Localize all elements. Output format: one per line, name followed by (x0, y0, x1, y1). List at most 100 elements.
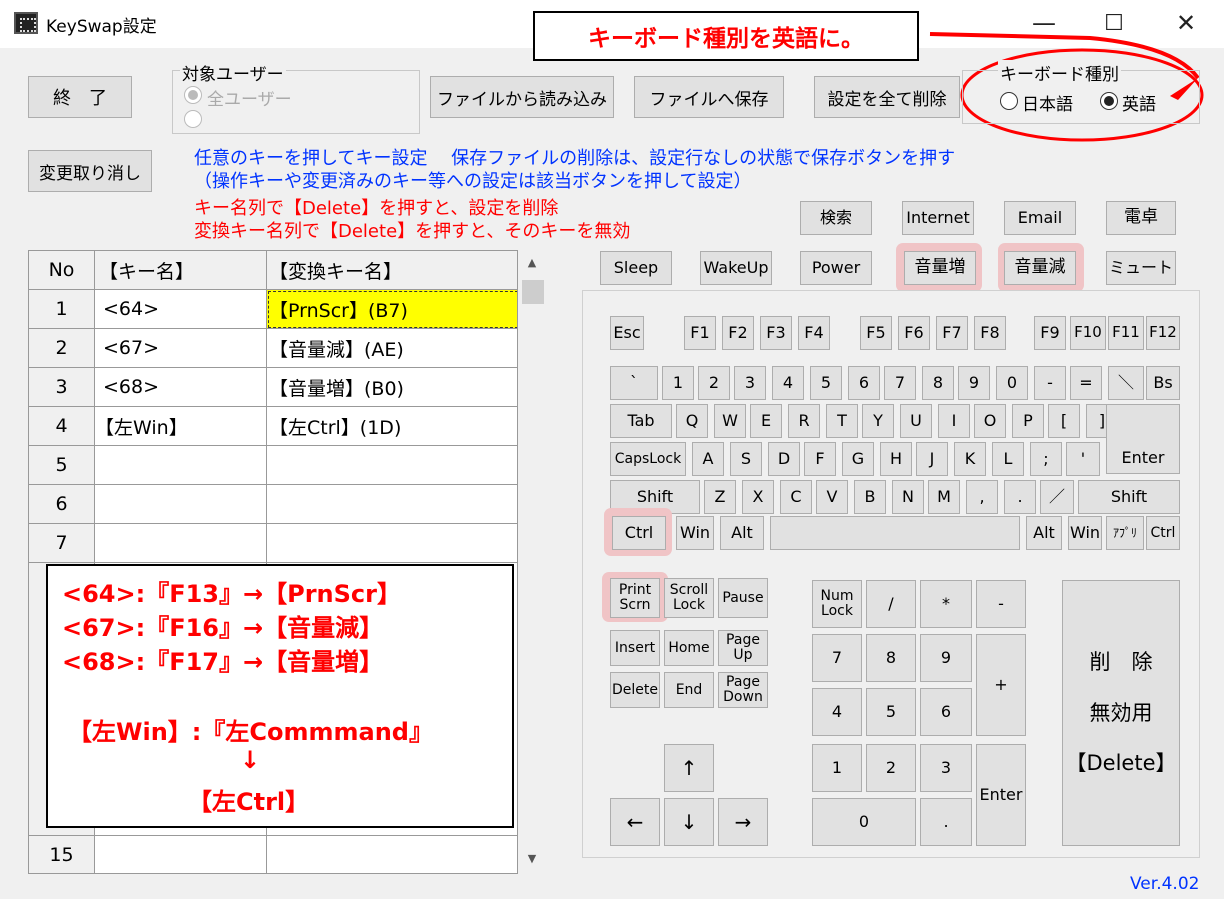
key-cell[interactable]: <68> (95, 368, 267, 407)
key-f6[interactable]: F6 (898, 316, 930, 350)
key-f2[interactable]: F2 (722, 316, 754, 350)
key-f11[interactable]: F11 (1108, 316, 1144, 350)
key-win-left[interactable]: Win (676, 516, 714, 550)
key-c[interactable]: C (780, 480, 812, 514)
key-insert[interactable]: Insert (610, 630, 660, 666)
key-numpad-2[interactable]: 2 (866, 744, 916, 792)
key-f[interactable]: F (804, 442, 836, 476)
key-mute[interactable]: ミュート (1106, 251, 1176, 285)
radio-japanese[interactable] (1000, 92, 1018, 110)
key-shift-right[interactable]: Shift (1078, 480, 1180, 514)
key-numpad-add[interactable]: + (976, 634, 1026, 736)
radio-english[interactable] (1100, 92, 1118, 110)
key-a[interactable]: A (692, 442, 724, 476)
key-f4[interactable]: F4 (798, 316, 830, 350)
key-f8[interactable]: F8 (974, 316, 1006, 350)
key-8[interactable]: 8 (922, 366, 954, 400)
key-n[interactable]: N (892, 480, 924, 514)
key-f5[interactable]: F5 (860, 316, 892, 350)
undo-button[interactable]: 変更取り消し (28, 150, 152, 192)
key-enter[interactable]: Enter (1106, 404, 1180, 474)
load-file-button[interactable]: ファイルから読み込み (430, 76, 614, 118)
maximize-button[interactable]: ☐ (1080, 0, 1148, 46)
key-f3[interactable]: F3 (760, 316, 792, 350)
key-f7[interactable]: F7 (936, 316, 968, 350)
key-numpad-4[interactable]: 4 (812, 688, 862, 736)
key-home[interactable]: Home (664, 630, 714, 666)
key-3[interactable]: 3 (734, 366, 766, 400)
key-slash[interactable]: ／ (1040, 480, 1074, 514)
key-k[interactable]: K (954, 442, 986, 476)
key-arrow-right[interactable]: → (718, 798, 768, 846)
key-5[interactable]: 5 (810, 366, 842, 400)
key-cell[interactable] (95, 446, 267, 485)
key-cell[interactable] (95, 836, 267, 873)
close-button[interactable]: ✕ (1152, 0, 1220, 46)
key-cell[interactable] (95, 485, 267, 524)
key-numpad-7[interactable]: 7 (812, 634, 862, 682)
key-numpad-1[interactable]: 1 (812, 744, 862, 792)
key-f10[interactable]: F10 (1070, 316, 1106, 350)
scroll-thumb[interactable] (522, 280, 544, 304)
key-alt-right[interactable]: Alt (1026, 516, 1062, 550)
key-u[interactable]: U (900, 404, 932, 438)
key-numpad-decimal[interactable]: . (920, 798, 972, 846)
key-7[interactable]: 7 (884, 366, 916, 400)
key-o[interactable]: O (974, 404, 1006, 438)
key-arrow-down[interactable]: ↓ (664, 798, 714, 846)
mapped-cell[interactable] (267, 446, 517, 485)
key-calculator[interactable]: 電卓 (1106, 201, 1176, 235)
delete-disable-button[interactable]: 削 除 無効用 【Delete】 (1062, 580, 1180, 846)
key-comma[interactable]: , (966, 480, 998, 514)
key-numpad-5[interactable]: 5 (866, 688, 916, 736)
key-i[interactable]: I (938, 404, 970, 438)
key-y[interactable]: Y (862, 404, 894, 438)
key-4[interactable]: 4 (772, 366, 804, 400)
key-g[interactable]: G (842, 442, 874, 476)
key-1[interactable]: 1 (662, 366, 694, 400)
key-numpad-8[interactable]: 8 (866, 634, 916, 682)
key-w[interactable]: W (714, 404, 746, 438)
key-volume-up[interactable]: 音量増 (904, 251, 976, 285)
key-delete[interactable]: Delete (610, 672, 660, 708)
key-email[interactable]: Email (1004, 201, 1076, 235)
mapped-cell[interactable] (267, 524, 517, 563)
table-scrollbar[interactable] (518, 250, 546, 874)
key-f1[interactable]: F1 (684, 316, 716, 350)
radio-all-users[interactable] (184, 86, 202, 104)
key-scroll-lock[interactable]: Scroll Lock (664, 578, 714, 618)
key-print-screen[interactable]: Print Scrn (610, 578, 660, 618)
key-numpad-3[interactable]: 3 (920, 744, 972, 792)
mapped-cell[interactable] (267, 836, 517, 873)
mapped-cell-selected[interactable]: 【PrnScr】(B7) (267, 290, 517, 329)
key-alt-left[interactable]: Alt (720, 516, 764, 550)
key-p[interactable]: P (1012, 404, 1044, 438)
key-period[interactable]: . (1004, 480, 1036, 514)
key-9[interactable]: 9 (958, 366, 990, 400)
mapped-cell[interactable]: 【左Ctrl】(1D) (267, 407, 517, 446)
key-0[interactable]: 0 (996, 366, 1028, 400)
key-arrow-up[interactable]: ↑ (664, 744, 714, 792)
key-s[interactable]: S (730, 442, 762, 476)
key-h[interactable]: H (880, 442, 912, 476)
key-f12[interactable]: F12 (1146, 316, 1180, 350)
key-numpad-enter[interactable]: Enter (976, 744, 1026, 846)
key-numpad-0[interactable]: 0 (812, 798, 916, 846)
key-2[interactable]: 2 (698, 366, 730, 400)
key-pause[interactable]: Pause (718, 578, 768, 618)
key-backspace[interactable]: Bs (1146, 366, 1180, 400)
key-quote[interactable]: ' (1066, 442, 1100, 476)
key-volume-down[interactable]: 音量減 (1004, 251, 1076, 285)
key-l[interactable]: L (992, 442, 1024, 476)
key-e[interactable]: E (750, 404, 782, 438)
key-minus[interactable]: - (1034, 366, 1066, 400)
key-internet[interactable]: Internet (902, 201, 974, 235)
key-search[interactable]: 検索 (800, 201, 872, 235)
delete-all-button[interactable]: 設定を全て削除 (814, 76, 960, 118)
scroll-up-button[interactable]: ▲ (522, 256, 542, 276)
key-numpad-9[interactable]: 9 (920, 634, 972, 682)
key-b[interactable]: B (854, 480, 886, 514)
key-t[interactable]: T (826, 404, 858, 438)
key-win-right[interactable]: Win (1068, 516, 1102, 550)
radio-current-user[interactable] (184, 110, 202, 128)
